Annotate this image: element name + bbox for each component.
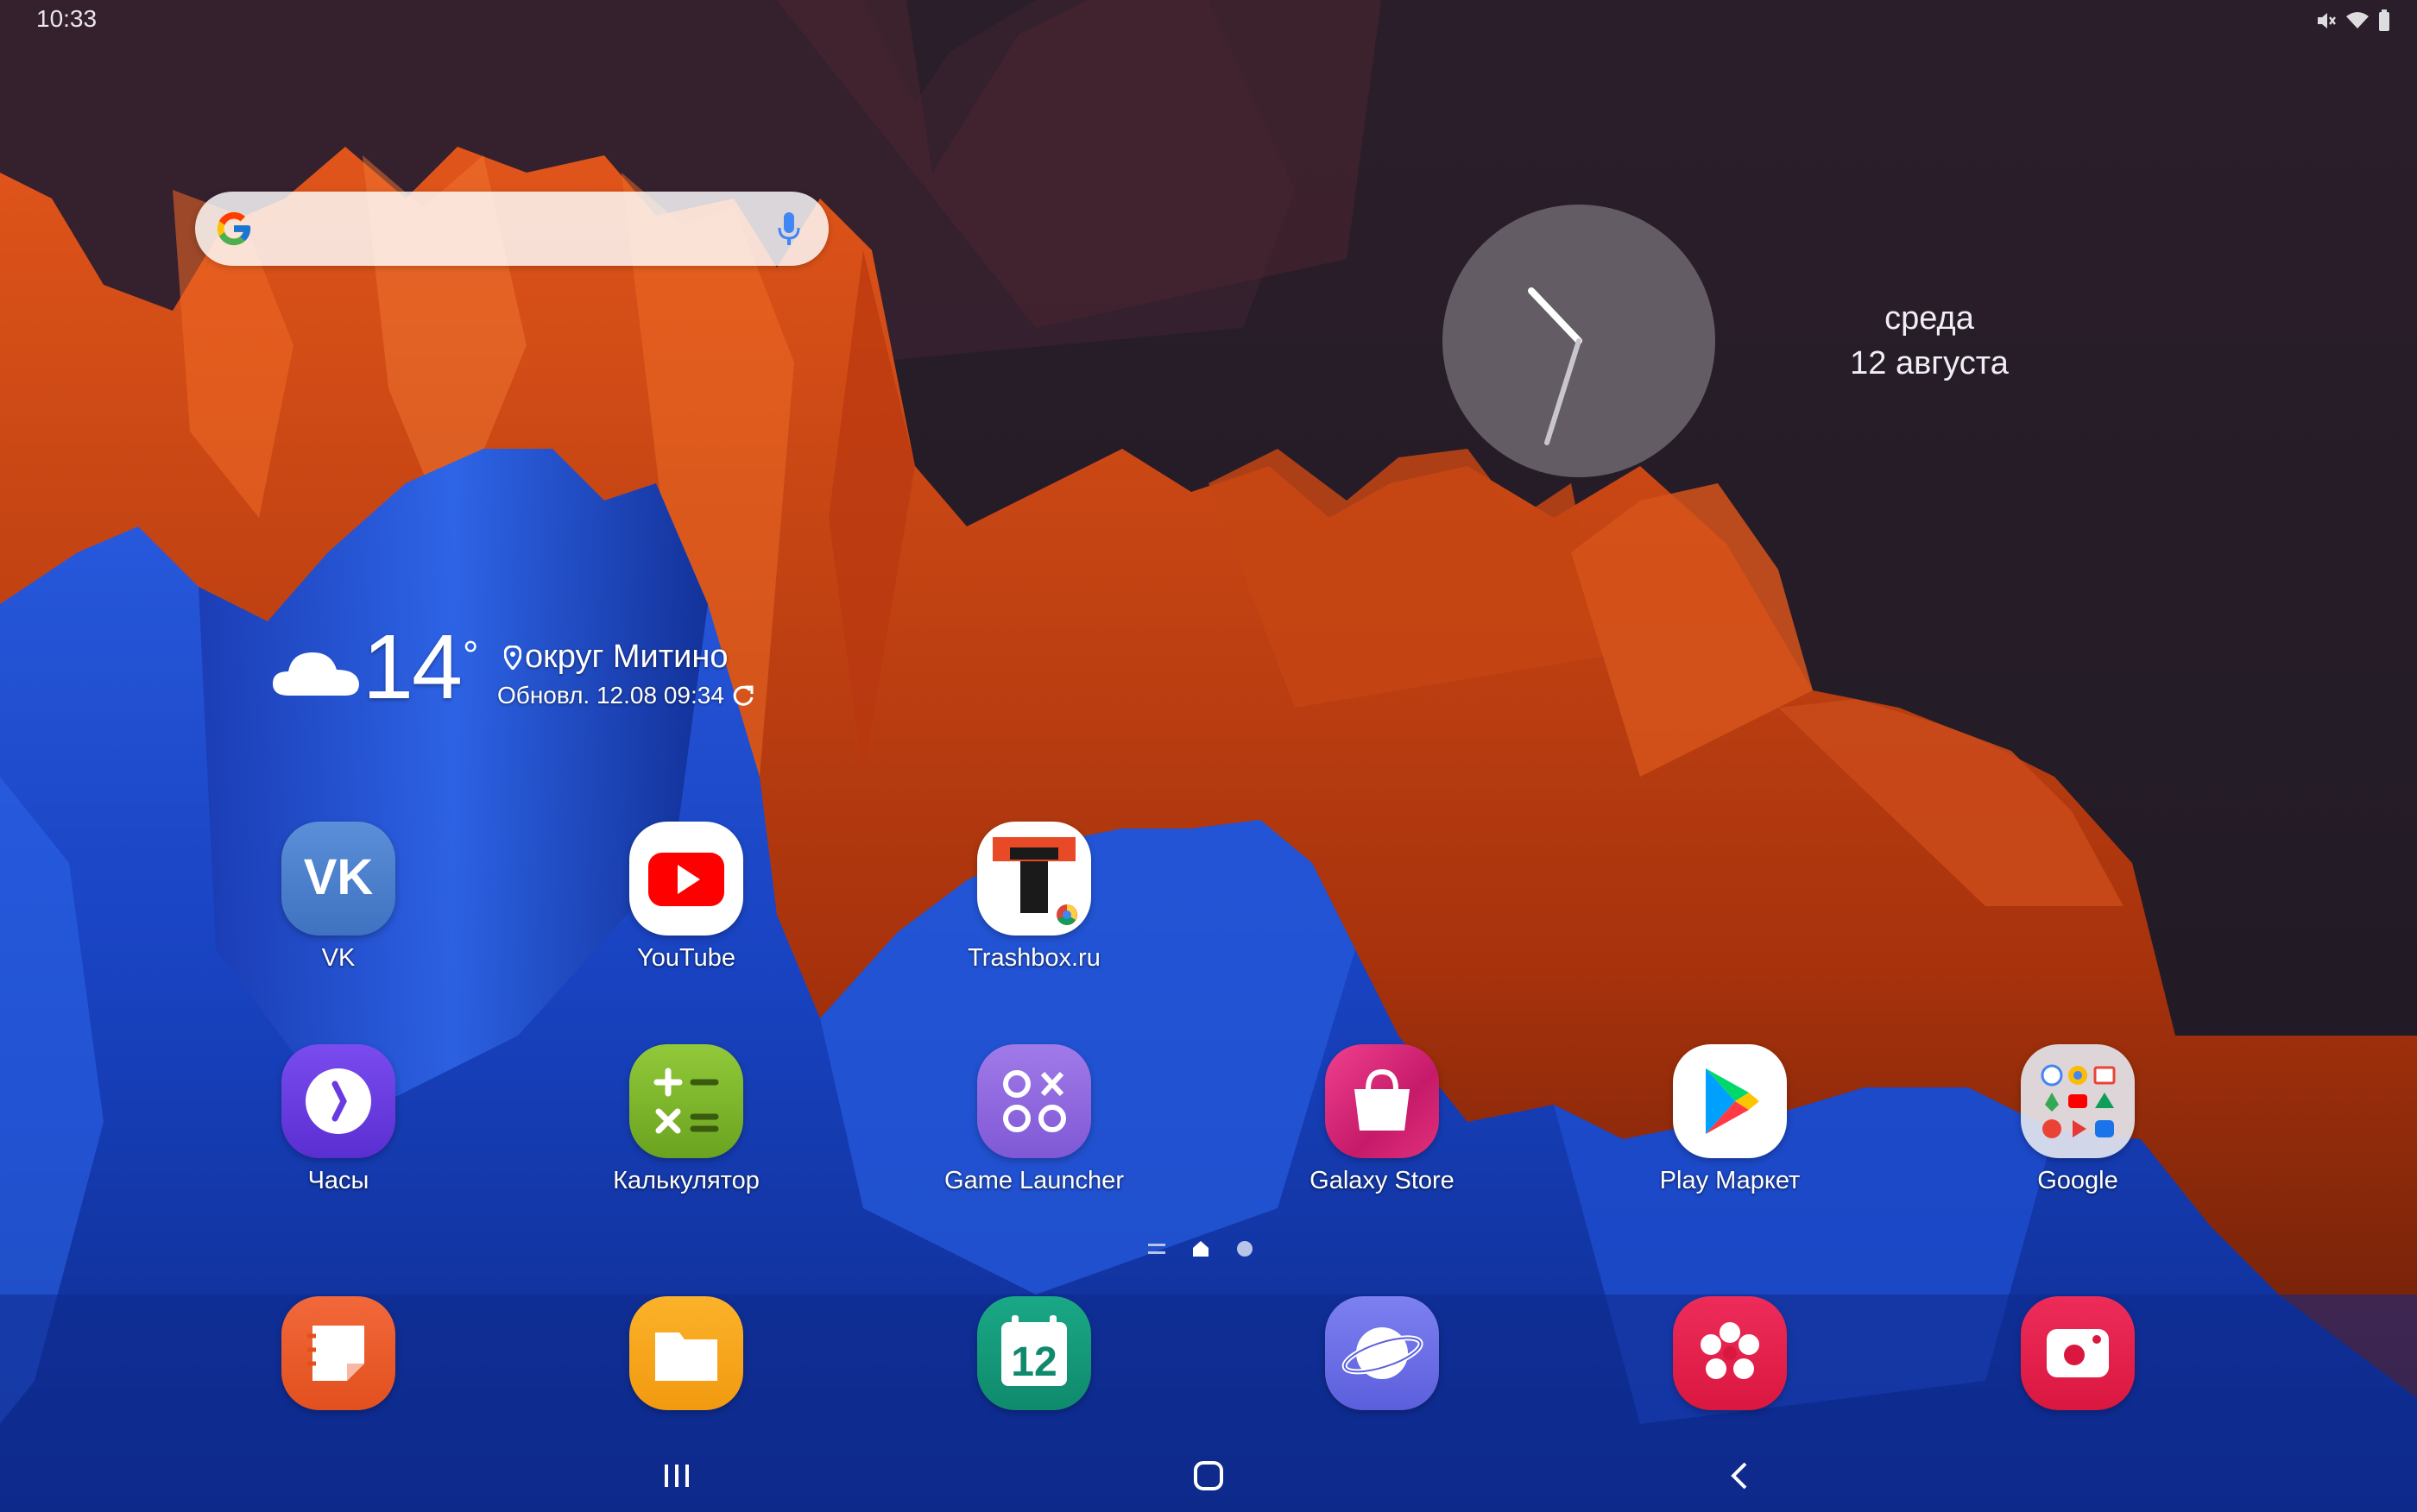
mic-icon[interactable] — [777, 211, 801, 247]
clock-hands — [1528, 287, 1582, 445]
weather-temperature[interactable]: 14 — [363, 621, 463, 713]
calendar-day-number: 12 — [1011, 1339, 1057, 1385]
google-folder-icon — [2021, 1044, 2135, 1158]
status-icons — [2315, 9, 2391, 33]
app-label: VK — [321, 944, 356, 972]
page-dot-icon[interactable] — [1236, 1240, 1253, 1257]
dock-screen-recorder[interactable] — [1966, 1296, 2190, 1410]
clock-day: среда — [1884, 300, 1974, 337]
youtube-icon — [629, 822, 743, 936]
recents-icon — [665, 1465, 689, 1487]
gallery-icon — [1673, 1296, 1787, 1410]
weather-updated-label: Обновл. 12.08 09:34 — [497, 682, 724, 709]
status-time: 10:33 — [36, 5, 98, 32]
app-label: YouTube — [637, 944, 735, 972]
clock-app-icon — [281, 1044, 395, 1158]
app-label: Galaxy Store — [1309, 1167, 1455, 1194]
app-clock[interactable]: Часы — [226, 1044, 451, 1195]
dock-my-files[interactable] — [574, 1296, 798, 1410]
calculator-icon — [629, 1044, 743, 1158]
app-youtube[interactable]: YouTube — [574, 822, 798, 973]
wifi-icon — [2346, 12, 2369, 28]
location-pin-icon — [504, 645, 521, 670]
weather-degree: ° — [463, 633, 479, 677]
google-g-icon — [217, 211, 251, 246]
app-game-launcher[interactable]: Game Launcher — [922, 1044, 1146, 1195]
battery-icon — [2379, 9, 2389, 31]
weather-updated[interactable]: Обновл. 12.08 09:34 — [497, 682, 755, 709]
dock-samsung-notes[interactable] — [226, 1296, 451, 1410]
svg-text:VK: VK — [304, 849, 374, 905]
home-icon — [1194, 1461, 1223, 1490]
mute-icon — [2318, 13, 2336, 28]
page-home-icon[interactable] — [1191, 1239, 1210, 1258]
analog-clock[interactable] — [1442, 205, 1715, 477]
app-label: Trashbox.ru — [968, 944, 1101, 972]
page-menu-icon[interactable] — [1148, 1241, 1165, 1257]
back-button[interactable] — [1714, 1452, 1766, 1500]
galaxy-store-icon — [1325, 1044, 1439, 1158]
app-google-folder[interactable]: Google — [1966, 1044, 2190, 1195]
app-calculator[interactable]: Калькулятор — [574, 1044, 798, 1195]
vk-icon: VK — [281, 822, 395, 936]
dock-samsung-internet[interactable] — [1270, 1296, 1494, 1410]
dock-gallery[interactable] — [1618, 1296, 1842, 1410]
app-label: Часы — [307, 1167, 369, 1194]
back-icon — [1731, 1462, 1747, 1490]
app-galaxy-store[interactable]: Galaxy Store — [1270, 1044, 1494, 1195]
calendar-icon: 12 — [977, 1296, 1091, 1410]
play-store-icon — [1673, 1044, 1787, 1158]
app-label: Play Маркет — [1659, 1167, 1801, 1194]
app-vk[interactable]: VK VK — [226, 822, 451, 973]
screen-recorder-icon — [2021, 1296, 2135, 1410]
app-play-store[interactable]: Play Маркет — [1618, 1044, 1842, 1195]
refresh-icon[interactable] — [731, 684, 755, 708]
recents-button[interactable] — [651, 1452, 703, 1500]
my-files-icon — [629, 1296, 743, 1410]
cloud-icon[interactable] — [271, 644, 361, 699]
trashbox-icon — [977, 822, 1091, 936]
weather-location-label: округ Митино — [525, 639, 729, 675]
app-label: Game Launcher — [944, 1167, 1124, 1194]
samsung-notes-icon — [281, 1296, 395, 1410]
dock-calendar[interactable]: 12 — [922, 1296, 1146, 1410]
clock-date: 12 августа — [1850, 345, 2009, 381]
app-label: Калькулятор — [613, 1167, 760, 1194]
home-button[interactable] — [1183, 1452, 1234, 1500]
app-label: Google — [2037, 1167, 2118, 1194]
samsung-internet-icon — [1325, 1296, 1439, 1410]
page-indicator[interactable] — [1148, 1239, 1253, 1258]
google-search-bar[interactable] — [195, 192, 829, 266]
weather-location[interactable]: округ Митино — [504, 639, 729, 676]
app-trashbox[interactable]: Trashbox.ru — [922, 822, 1146, 973]
game-launcher-icon — [977, 1044, 1091, 1158]
